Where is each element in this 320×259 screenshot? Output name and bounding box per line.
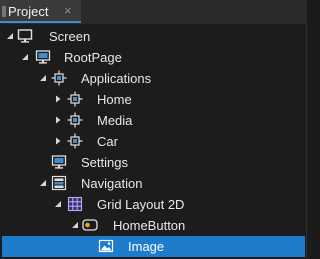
node-icon (67, 91, 83, 107)
expanded-arrow-icon[interactable] (38, 73, 48, 83)
tree-item-settings[interactable]: Settings (0, 152, 305, 173)
tree-item-grid-layout-2d[interactable]: Grid Layout 2D (0, 194, 305, 215)
tree-item-label: Car (97, 134, 118, 149)
collapsed-arrow-icon[interactable] (53, 115, 63, 125)
tree-item-screen[interactable]: Screen (0, 26, 305, 47)
tree-item-applications[interactable]: Applications (0, 68, 305, 89)
node-icon (51, 70, 67, 86)
node-icon (67, 112, 83, 128)
page-icon (51, 155, 67, 169)
tree-item-label: Applications (81, 71, 152, 86)
tree-item-label: HomeButton (113, 218, 186, 233)
tree-item-rootpage[interactable]: RootPage (0, 47, 305, 68)
tree-item-label: Image (128, 239, 165, 254)
collapsed-arrow-icon[interactable] (53, 136, 63, 146)
project-tree: Screen RootPage Applications Home Media … (0, 24, 307, 259)
expanded-arrow-icon[interactable] (38, 178, 48, 188)
expanded-arrow-icon[interactable] (70, 220, 80, 230)
collapsed-arrow-icon[interactable] (53, 94, 63, 104)
tree-item-label: RootPage (64, 50, 122, 65)
tree-item-label: Media (97, 113, 133, 128)
tree-item-label: Screen (49, 29, 91, 44)
tab-label: Project (8, 4, 49, 19)
expanded-arrow-icon[interactable] (20, 52, 30, 62)
expanded-arrow-icon[interactable] (53, 199, 63, 209)
drag-grip-icon[interactable] (2, 6, 6, 17)
close-icon[interactable]: × (64, 3, 72, 18)
button-icon (82, 219, 98, 231)
tree-item-car[interactable]: Car (0, 131, 305, 152)
tree-item-label: Settings (81, 155, 128, 170)
panel-tabbar: Project × (0, 0, 307, 24)
tree-item-label: Navigation (81, 176, 143, 191)
tree-item-navigation[interactable]: Navigation (0, 173, 305, 194)
tree-item-media[interactable]: Media (0, 110, 305, 131)
tree-item-homebutton[interactable]: HomeButton (0, 215, 305, 236)
tree-item-home[interactable]: Home (0, 89, 305, 110)
image-icon (98, 239, 114, 253)
monitor-icon (17, 29, 33, 43)
navigation-icon (51, 175, 67, 191)
page-icon (35, 50, 51, 64)
tree-item-label: Grid Layout 2D (97, 197, 185, 212)
tab-project[interactable]: Project × (0, 0, 81, 23)
grid-icon (67, 196, 83, 212)
tree-item-label: Home (97, 92, 132, 107)
node-icon (67, 133, 83, 149)
expanded-arrow-icon[interactable] (5, 31, 15, 41)
tree-item-image[interactable]: Image (2, 236, 305, 257)
